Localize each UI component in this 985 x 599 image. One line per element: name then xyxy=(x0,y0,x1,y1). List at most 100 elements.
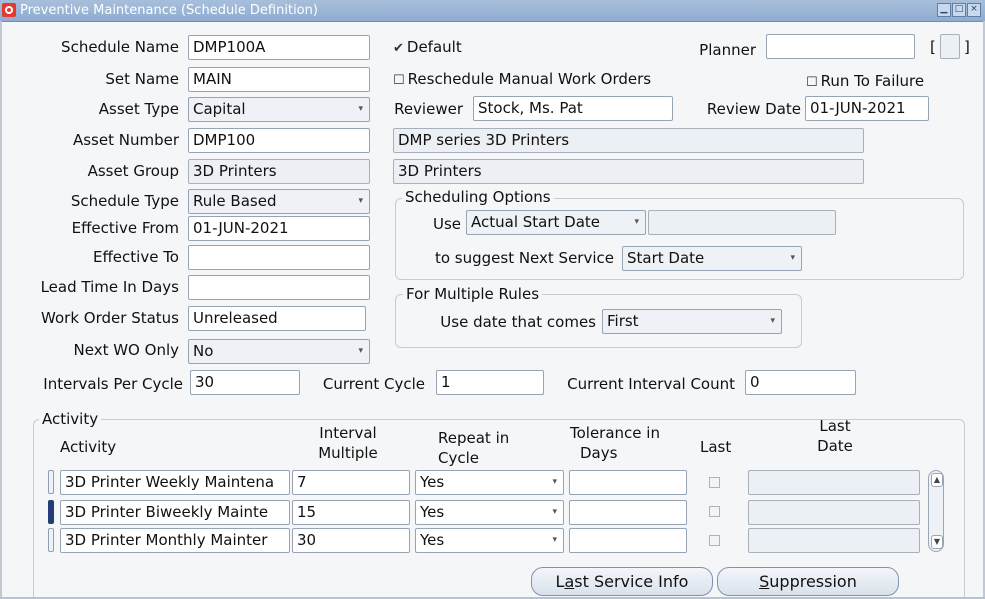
lead-time-field[interactable] xyxy=(188,275,370,300)
chevron-down-icon: ▾ xyxy=(770,316,775,326)
col-last-date-line2: Date xyxy=(817,437,853,455)
scheduling-options-title: Scheduling Options xyxy=(402,188,554,206)
interval-multiple-field[interactable]: 7 xyxy=(292,470,410,495)
multiple-rules-title: For Multiple Rules xyxy=(403,285,543,303)
reschedule-manual-checkbox[interactable]: ☐ Reschedule Manual Work Orders xyxy=(393,70,651,88)
effective-from-label: Effective From xyxy=(71,219,179,237)
maximize-icon[interactable]: □ xyxy=(952,3,966,17)
review-date-field[interactable]: 01-JUN-2021 xyxy=(805,96,929,121)
scroll-down-icon[interactable]: ▼ xyxy=(931,535,943,549)
col-interval-multiple-header: Interval Multiple xyxy=(303,423,393,463)
tolerance-field[interactable] xyxy=(569,470,687,495)
planner-bracket-close: ] xyxy=(964,38,970,56)
repeat-in-cycle-select[interactable]: Yes ▾ xyxy=(415,500,564,525)
tolerance-field[interactable] xyxy=(569,500,687,525)
col-repeat-header: Repeat in Cycle xyxy=(438,428,509,468)
current-interval-count-label: Current Interval Count xyxy=(567,375,735,393)
row-selector[interactable] xyxy=(48,528,54,552)
interval-multiple-field[interactable]: 30 xyxy=(292,528,410,553)
interval-multiple-field[interactable]: 15 xyxy=(292,500,410,525)
repeat-in-cycle-value: Yes xyxy=(420,531,445,549)
use-secondary-field xyxy=(648,210,836,235)
asset-group-label: Asset Group xyxy=(87,162,179,180)
suggest-next-service-select[interactable]: Start Date ▾ xyxy=(622,246,802,271)
btn-text-part: st Service Info xyxy=(574,572,689,591)
col-tolerance-line2: Days xyxy=(580,444,618,462)
window-title: Preventive Maintenance (Schedule Definit… xyxy=(20,3,318,18)
intervals-per-cycle-label: Intervals Per Cycle xyxy=(43,375,183,393)
checkmark-icon: ✔ xyxy=(393,41,404,56)
activity-scrollbar[interactable]: ▲ ▼ xyxy=(928,470,944,552)
asset-number-field[interactable]: DMP100 xyxy=(188,128,370,153)
suppression-button[interactable]: Suppression xyxy=(717,567,899,596)
activity-group-title: Activity xyxy=(39,410,102,428)
activity-field[interactable]: 3D Printer Weekly Maintena xyxy=(60,470,290,495)
suggest-next-service-value: Start Date xyxy=(627,249,705,267)
col-last-date-line1: Last xyxy=(819,417,851,435)
asset-group-field: 3D Printers xyxy=(188,159,370,184)
window-controls: ▁ □ × xyxy=(937,3,981,17)
schedule-type-select[interactable]: Rule Based ▾ xyxy=(188,189,370,214)
current-cycle-field[interactable]: 1 xyxy=(436,370,544,395)
last-checkbox[interactable] xyxy=(709,477,720,488)
planner-field[interactable] xyxy=(766,34,915,59)
asset-type-select[interactable]: Capital ▾ xyxy=(188,97,370,122)
col-repeat-line1: Repeat in xyxy=(438,429,510,447)
scroll-up-icon[interactable]: ▲ xyxy=(931,473,943,487)
effective-to-field[interactable] xyxy=(188,245,370,270)
activity-field[interactable]: 3D Printer Biweekly Mainte xyxy=(60,500,290,525)
last-service-info-button[interactable]: Last Service Info xyxy=(531,567,713,596)
chevron-down-icon: ▾ xyxy=(358,346,363,356)
minimize-icon[interactable]: ▁ xyxy=(937,3,951,17)
suggest-next-service-label: to suggest Next Service xyxy=(434,249,614,267)
schedule-name-field[interactable]: DMP100A xyxy=(188,35,370,60)
row-selector[interactable] xyxy=(48,500,54,524)
use-value: Actual Start Date xyxy=(471,213,601,231)
intervals-per-cycle-field[interactable]: 30 xyxy=(190,370,300,395)
repeat-in-cycle-select[interactable]: Yes ▾ xyxy=(415,470,564,495)
use-select[interactable]: Actual Start Date ▾ xyxy=(466,210,646,235)
btn-mnemonic: a xyxy=(564,572,575,591)
planner-flex-field[interactable] xyxy=(940,34,960,59)
default-checkbox[interactable]: ✔ Default xyxy=(393,38,462,56)
oracle-app-icon xyxy=(2,3,16,17)
checkbox-empty-icon: ☐ xyxy=(393,73,405,88)
planner-label: Planner xyxy=(699,41,756,59)
set-name-label: Set Name xyxy=(105,70,179,88)
run-to-failure-checkbox[interactable]: ☐ Run To Failure xyxy=(806,72,924,90)
work-order-status-field[interactable]: Unreleased xyxy=(188,306,366,331)
btn-text-part: uppression xyxy=(769,572,857,591)
next-wo-only-select[interactable]: No ▾ xyxy=(188,339,370,364)
col-interval-line2: Multiple xyxy=(318,444,378,462)
reviewer-label: Reviewer xyxy=(394,100,463,118)
last-checkbox[interactable] xyxy=(709,535,720,546)
chevron-down-icon: ▾ xyxy=(552,507,557,517)
chevron-down-icon: ▾ xyxy=(358,196,363,206)
close-icon[interactable]: × xyxy=(967,3,981,17)
schedule-name-label: Schedule Name xyxy=(61,38,179,56)
checkbox-empty-icon: ☐ xyxy=(806,75,818,90)
asset-group-description: 3D Printers xyxy=(393,159,864,184)
tolerance-field[interactable] xyxy=(569,528,687,553)
activity-field[interactable]: 3D Printer Monthly Mainter xyxy=(60,528,290,553)
effective-from-field[interactable]: 01-JUN-2021 xyxy=(188,216,370,241)
btn-mnemonic: S xyxy=(759,572,770,591)
asset-number-label: Asset Number xyxy=(72,131,179,149)
asset-number-description: DMP series 3D Printers xyxy=(393,128,864,153)
schedule-type-label: Schedule Type xyxy=(70,192,179,210)
use-date-that-comes-select[interactable]: First ▾ xyxy=(602,309,782,334)
col-interval-line1: Interval xyxy=(319,424,377,442)
pm-schedule-window: Preventive Maintenance (Schedule Definit… xyxy=(0,0,985,599)
repeat-in-cycle-value: Yes xyxy=(420,503,445,521)
last-checkbox[interactable] xyxy=(709,506,720,517)
reviewer-field[interactable]: Stock, Ms. Pat xyxy=(473,96,673,121)
lead-time-label: Lead Time In Days xyxy=(40,278,179,296)
current-interval-count-field[interactable]: 0 xyxy=(745,370,856,395)
repeat-in-cycle-select[interactable]: Yes ▾ xyxy=(415,528,564,553)
row-selector[interactable] xyxy=(48,470,54,494)
set-name-field[interactable]: MAIN xyxy=(188,67,370,92)
asset-type-value: Capital xyxy=(193,100,246,118)
use-date-that-comes-label: Use date that comes xyxy=(440,313,596,331)
chevron-down-icon: ▾ xyxy=(634,217,639,227)
col-repeat-line2: Cycle xyxy=(438,449,479,467)
